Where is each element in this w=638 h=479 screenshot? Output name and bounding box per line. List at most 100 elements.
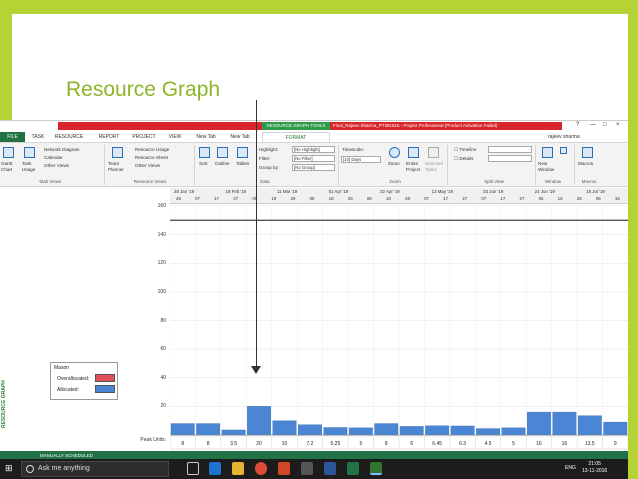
slide-frame-top xyxy=(0,0,638,14)
highlight-select[interactable]: [No Highlight] xyxy=(292,146,335,153)
task-views-label: Task Views xyxy=(38,179,62,184)
details-label: Details xyxy=(459,156,474,161)
timescale-bottom-label: 26 xyxy=(176,196,181,201)
project-icon[interactable] xyxy=(370,462,382,475)
task-usage-button[interactable]: Task Usage xyxy=(22,161,35,173)
selected-tasks-button[interactable]: Selected Tasks xyxy=(425,161,443,173)
peak-units-value: 9 xyxy=(614,441,617,447)
new-window-button[interactable]: New Window xyxy=(538,161,554,173)
macros-group-label: Macros xyxy=(581,179,597,184)
tab-resource[interactable]: RESOURCE xyxy=(52,132,86,142)
bar-allocated xyxy=(221,429,246,436)
team-planner-button[interactable]: Team Planner xyxy=(108,161,124,173)
timescale-top-label: 18 Feb '19 xyxy=(225,189,247,194)
gantt-chart-button[interactable]: Gantt Chart xyxy=(1,161,12,173)
chrome-icon[interactable] xyxy=(255,462,267,475)
app-icon[interactable] xyxy=(301,462,313,475)
tab-new-tab-2[interactable]: New Tab xyxy=(226,132,254,142)
tab-new-tab-1[interactable]: New Tab xyxy=(192,132,220,142)
calendar-button[interactable]: Calendar xyxy=(44,155,63,161)
word-icon[interactable] xyxy=(324,462,336,475)
separator xyxy=(535,145,536,185)
other-views-2-button[interactable]: Other Views xyxy=(135,163,160,169)
clock[interactable]: 21:05 13-11-2016 xyxy=(582,461,607,475)
tab-format[interactable]: FORMAT xyxy=(262,132,330,142)
zoom-button[interactable]: Zoom xyxy=(388,161,400,167)
outline-button[interactable]: Outline xyxy=(215,161,230,167)
legend-overallocated-label: Overallocated: xyxy=(57,376,90,382)
language-indicator[interactable]: ENG xyxy=(565,465,576,472)
annotation-arrow-line xyxy=(256,100,257,368)
tab-task[interactable]: TASK xyxy=(28,132,48,142)
legend-allocated-swatch xyxy=(95,385,115,393)
group-by-select[interactable]: [No Group] xyxy=(292,164,335,171)
close-button[interactable]: × xyxy=(616,121,620,130)
file-explorer-icon[interactable] xyxy=(232,462,244,475)
entire-project-icon[interactable] xyxy=(408,147,419,158)
search-box[interactable]: Ask me anything xyxy=(21,461,169,477)
peak-units-value: 8 xyxy=(385,441,388,447)
bar-allocated xyxy=(348,427,373,436)
other-views-button[interactable]: Other Views xyxy=(44,163,69,169)
y-tick-label: 160 xyxy=(157,203,166,209)
timescale-bottom-label: 08 xyxy=(309,196,315,201)
switch-window-icon[interactable] xyxy=(560,147,567,154)
maximize-button[interactable]: □ xyxy=(603,121,607,130)
timescale-top-label: 01 Apr '19 xyxy=(328,189,349,194)
outline-icon[interactable] xyxy=(217,147,228,158)
tab-view[interactable]: VIEW xyxy=(164,132,186,142)
bar-allocated xyxy=(501,427,526,436)
gantt-chart-icon[interactable] xyxy=(3,147,14,158)
sort-icon[interactable] xyxy=(199,147,210,158)
tab-project[interactable]: PROJECT xyxy=(128,132,160,142)
tab-file[interactable]: FILE xyxy=(0,132,25,142)
resource-usage-button[interactable]: Resource Usage xyxy=(135,147,169,153)
y-tick-label: 80 xyxy=(160,317,166,324)
peak-units-value: 6.3 xyxy=(459,441,466,447)
peak-units-value: 13.5 xyxy=(585,441,595,447)
edge-icon[interactable] xyxy=(209,462,221,475)
timeline-select[interactable] xyxy=(488,146,532,153)
timescale-bottom-label: 19 xyxy=(271,196,277,201)
user-name[interactable]: rajeev sharma xyxy=(548,132,580,142)
new-window-icon[interactable] xyxy=(542,147,553,158)
bar-allocated xyxy=(170,423,195,436)
team-planner-icon[interactable] xyxy=(112,147,123,158)
tab-report[interactable]: REPORT xyxy=(95,132,123,142)
macros-button[interactable]: Macros xyxy=(578,161,593,167)
y-tick-label: 60 xyxy=(160,346,166,353)
filter-select[interactable]: [No Filter] xyxy=(292,155,335,162)
details-select[interactable] xyxy=(488,155,532,162)
sort-button[interactable]: Sort xyxy=(199,161,207,167)
minimize-button[interactable]: — xyxy=(590,121,596,130)
resource-sheet-button[interactable]: Resource Sheet xyxy=(135,155,168,161)
title-bar-red xyxy=(58,122,262,130)
timeline-checkbox[interactable]: ☐ Timeline xyxy=(454,147,477,153)
y-tick-label: 100 xyxy=(157,288,166,295)
help-icon[interactable]: ? xyxy=(576,121,579,130)
start-icon[interactable]: ⊞ xyxy=(5,464,14,473)
entire-project-button[interactable]: Entire Project xyxy=(406,161,420,173)
group-by-label: Group by: xyxy=(259,165,280,170)
tables-button[interactable]: Tables xyxy=(236,161,249,167)
bar-allocated xyxy=(603,421,628,436)
timescale-select[interactable]: [10] Days xyxy=(341,156,381,163)
macros-icon[interactable] xyxy=(582,147,593,158)
separator xyxy=(194,145,195,185)
task-usage-icon[interactable] xyxy=(24,147,35,158)
tables-icon[interactable] xyxy=(237,147,248,158)
search-icon xyxy=(26,465,34,473)
zoom-icon[interactable] xyxy=(389,147,400,158)
resource-views-label: Resource Views xyxy=(133,179,167,184)
excel-icon[interactable] xyxy=(347,462,359,475)
task-view-icon[interactable] xyxy=(187,462,199,475)
timescale-bottom-label: 06 xyxy=(538,196,544,201)
ribbon: Gantt Chart Task Usage Network Diagram C… xyxy=(0,143,628,187)
network-diagram-button[interactable]: Network Diagram xyxy=(44,147,79,153)
timeline-label: Timeline xyxy=(459,147,477,152)
details-checkbox[interactable]: ☐ Details xyxy=(454,156,473,162)
peak-units-value: 5.25 xyxy=(331,441,341,447)
selected-tasks-icon[interactable] xyxy=(428,147,439,158)
peak-units-value: 20 xyxy=(256,441,262,447)
powerpoint-icon[interactable] xyxy=(278,462,290,475)
